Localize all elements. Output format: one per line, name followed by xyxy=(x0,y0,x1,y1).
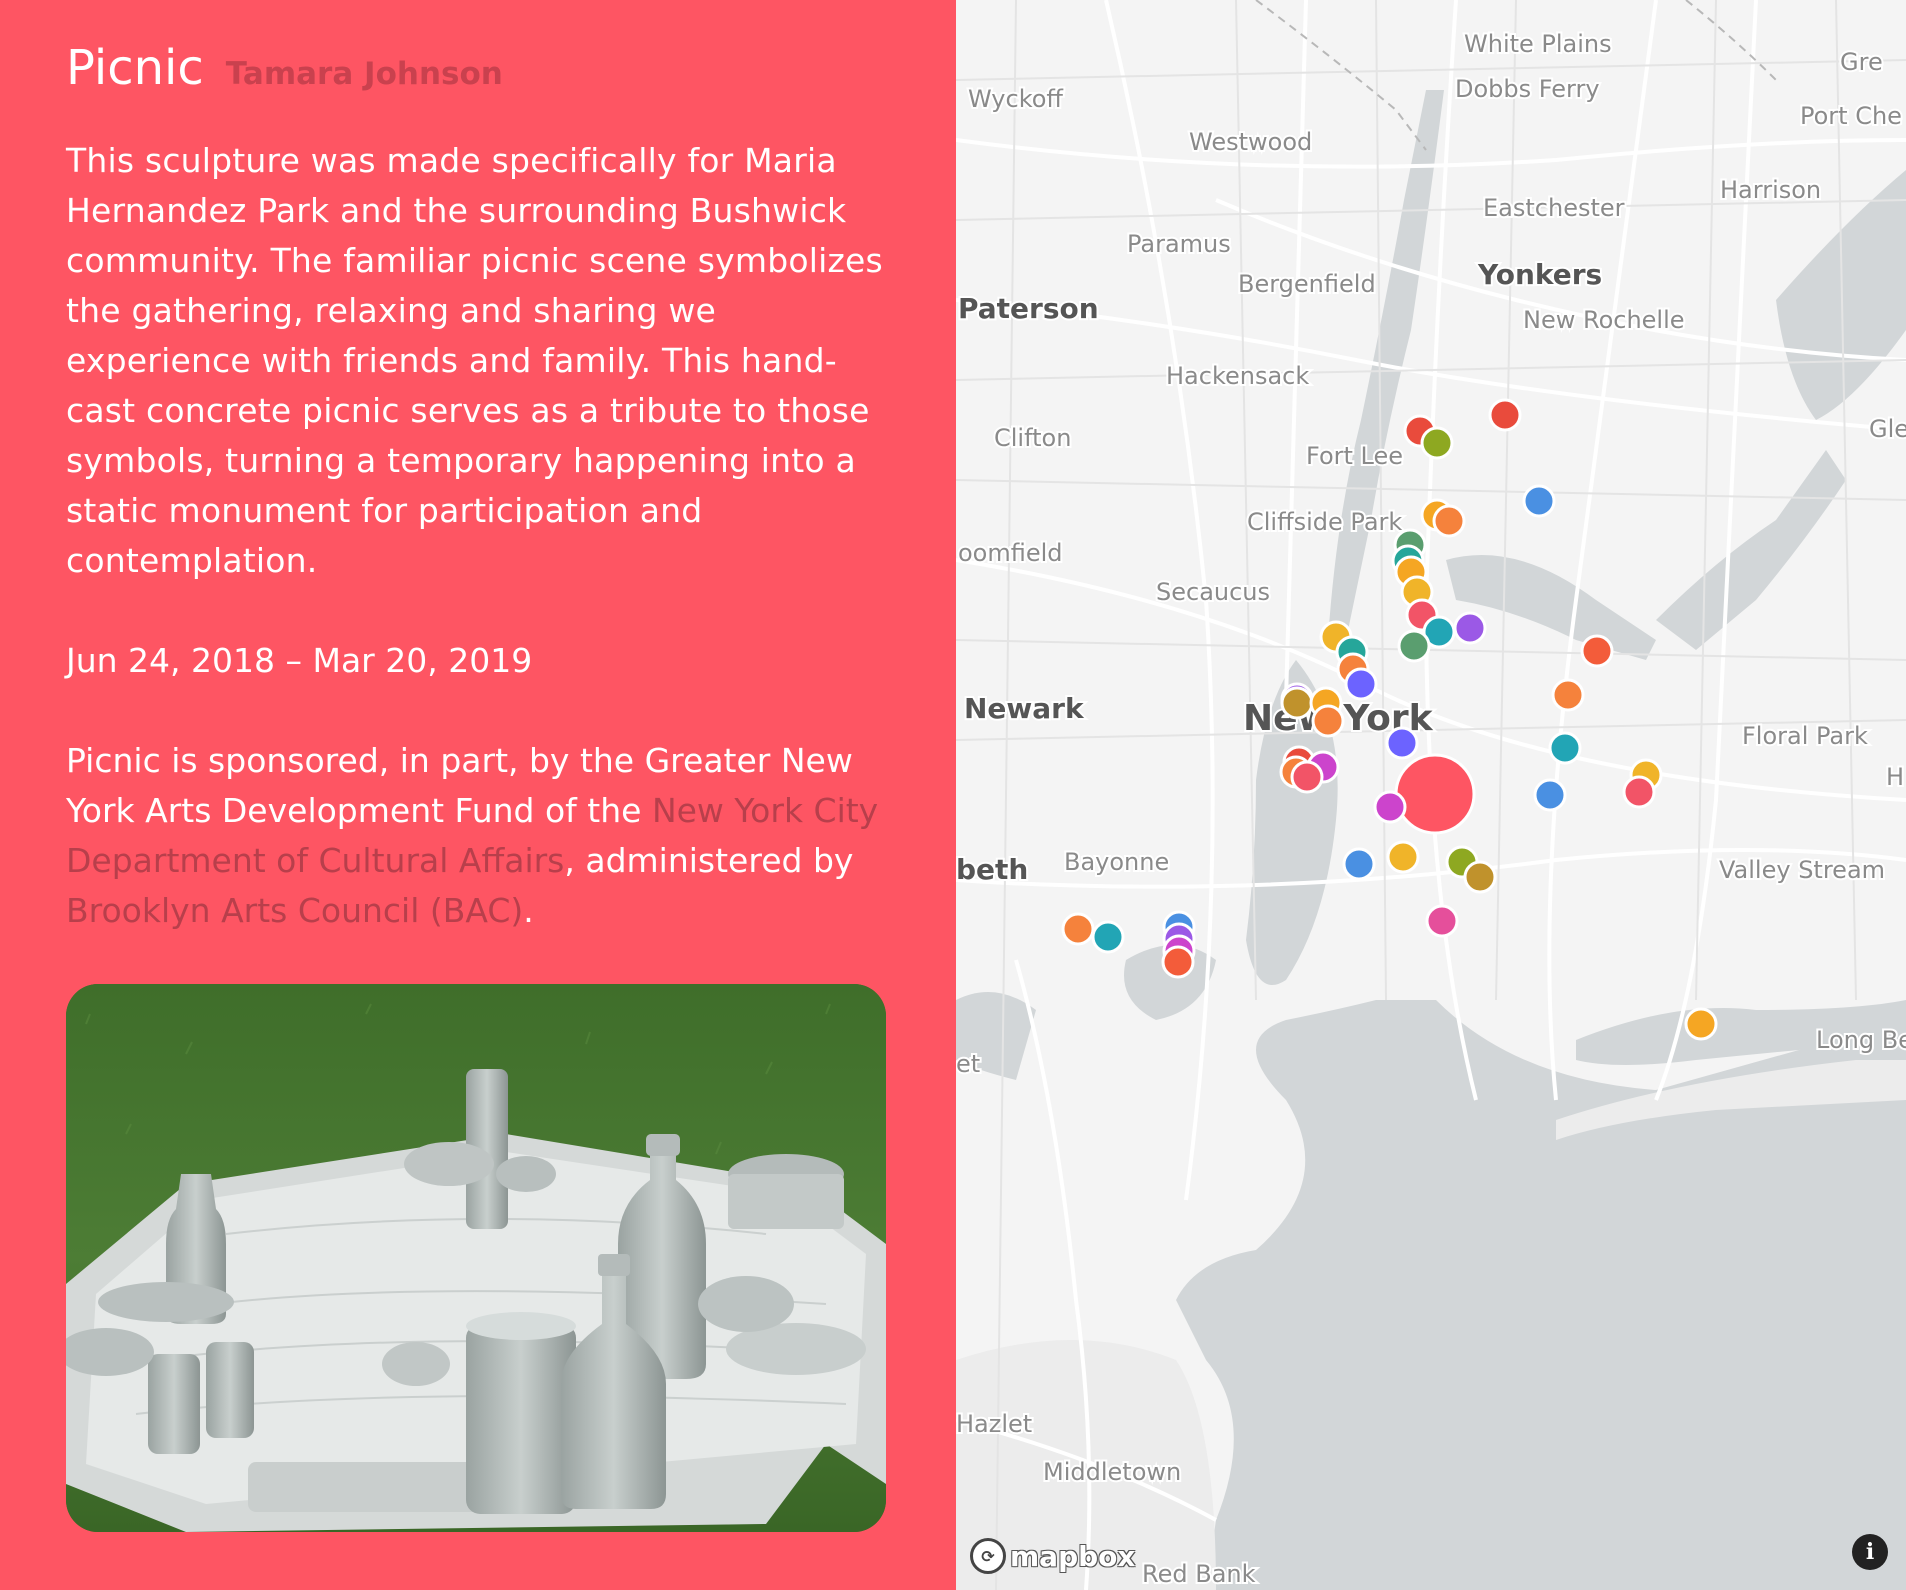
place-label: New Rochelle xyxy=(1523,306,1685,334)
art-marker[interactable] xyxy=(1373,790,1407,824)
art-marker[interactable] xyxy=(1386,840,1420,874)
art-marker[interactable] xyxy=(1290,760,1324,794)
attribution-info-button[interactable]: i xyxy=(1852,1534,1888,1570)
art-marker[interactable] xyxy=(1580,634,1614,668)
place-label: Secaucus xyxy=(1156,578,1270,606)
artwork-photo xyxy=(66,984,886,1532)
place-label: et xyxy=(956,1050,980,1078)
place-label: Bergenfield xyxy=(1238,270,1376,298)
place-label: oomfield xyxy=(958,539,1063,567)
place-label: White Plains xyxy=(1464,30,1612,58)
place-label: Hazlet xyxy=(956,1410,1032,1438)
place-label: Hackensack xyxy=(1166,362,1309,390)
sponsor-suffix: . xyxy=(523,891,534,930)
bac-link[interactable]: Brooklyn Arts Council (BAC) xyxy=(66,891,523,930)
mapbox-logo[interactable]: ⟳ mapbox xyxy=(970,1538,1135,1574)
artist-name: Tamara Johnson xyxy=(225,56,503,92)
sponsor-note: Picnic is sponsored, in part, by the Gre… xyxy=(66,736,890,936)
place-label: Gle xyxy=(1869,415,1906,443)
detail-panel: Picnic Tamara Johnson This sculpture was… xyxy=(0,0,956,1590)
place-label: Newark xyxy=(964,692,1085,725)
place-label: Yonkers xyxy=(1477,258,1602,291)
place-label: Bayonne xyxy=(1064,848,1169,876)
art-marker[interactable] xyxy=(1385,726,1419,760)
place-label: H xyxy=(1886,763,1904,791)
place-label: Port Che xyxy=(1800,102,1902,130)
place-label: Fort Lee xyxy=(1306,442,1403,470)
art-marker[interactable] xyxy=(1420,426,1454,460)
art-marker[interactable] xyxy=(1397,629,1431,663)
art-marker[interactable] xyxy=(1463,860,1497,894)
art-marker[interactable] xyxy=(1453,611,1487,645)
artwork-description: This sculpture was made specifically for… xyxy=(66,141,883,580)
art-marker[interactable] xyxy=(1551,678,1585,712)
exhibition-dates: Jun 24, 2018 – Mar 20, 2019 xyxy=(66,641,533,680)
map-canvas[interactable]: White Plains Gre Wyckoff Dobbs Ferry Port Ch… xyxy=(956,0,1906,1590)
selected-art-marker[interactable] xyxy=(1394,753,1476,835)
place-label: Valley Stream xyxy=(1719,856,1885,884)
art-marker[interactable] xyxy=(1342,847,1376,881)
place-label: Cliffside Park xyxy=(1247,508,1402,536)
art-marker[interactable] xyxy=(1488,398,1522,432)
art-marker[interactable] xyxy=(1533,778,1567,812)
art-marker[interactable] xyxy=(1311,704,1345,738)
mapbox-logo-text: mapbox xyxy=(1010,1539,1136,1573)
art-marker[interactable] xyxy=(1425,904,1459,938)
place-label: Harrison xyxy=(1720,176,1821,204)
art-marker[interactable] xyxy=(1432,504,1466,538)
art-marker[interactable] xyxy=(1684,1007,1718,1041)
place-label: Red Bank xyxy=(1142,1560,1256,1588)
art-marker[interactable] xyxy=(1622,775,1656,809)
artwork-title: Picnic xyxy=(66,40,204,96)
place-label: Clifton xyxy=(994,424,1071,452)
place-label: Wyckoff xyxy=(968,85,1063,113)
place-label: Dobbs Ferry xyxy=(1455,75,1600,103)
art-marker[interactable] xyxy=(1344,667,1378,701)
place-label: Middletown xyxy=(1043,1458,1181,1486)
place-label: Gre xyxy=(1840,48,1883,76)
place-label: Long Be xyxy=(1816,1026,1906,1054)
title-row: Picnic Tamara Johnson xyxy=(66,38,890,98)
art-marker[interactable] xyxy=(1061,912,1095,946)
sponsor-middle: , administered by xyxy=(564,841,854,880)
place-label: Eastchester xyxy=(1483,194,1625,222)
place-label: Floral Park xyxy=(1742,722,1868,750)
art-marker[interactable] xyxy=(1280,686,1314,720)
place-label: Paterson xyxy=(958,292,1099,325)
place-label: Paramus xyxy=(1127,230,1231,258)
art-marker[interactable] xyxy=(1522,484,1556,518)
mapbox-logo-icon: ⟳ xyxy=(970,1538,1006,1574)
map-view[interactable]: White Plains Gre Wyckoff Dobbs Ferry Port Ch… xyxy=(956,0,1906,1590)
art-marker[interactable] xyxy=(1548,731,1582,765)
place-label: Westwood xyxy=(1189,128,1312,156)
art-marker[interactable] xyxy=(1161,945,1195,979)
art-marker[interactable] xyxy=(1091,920,1125,954)
place-label: beth xyxy=(956,853,1028,886)
